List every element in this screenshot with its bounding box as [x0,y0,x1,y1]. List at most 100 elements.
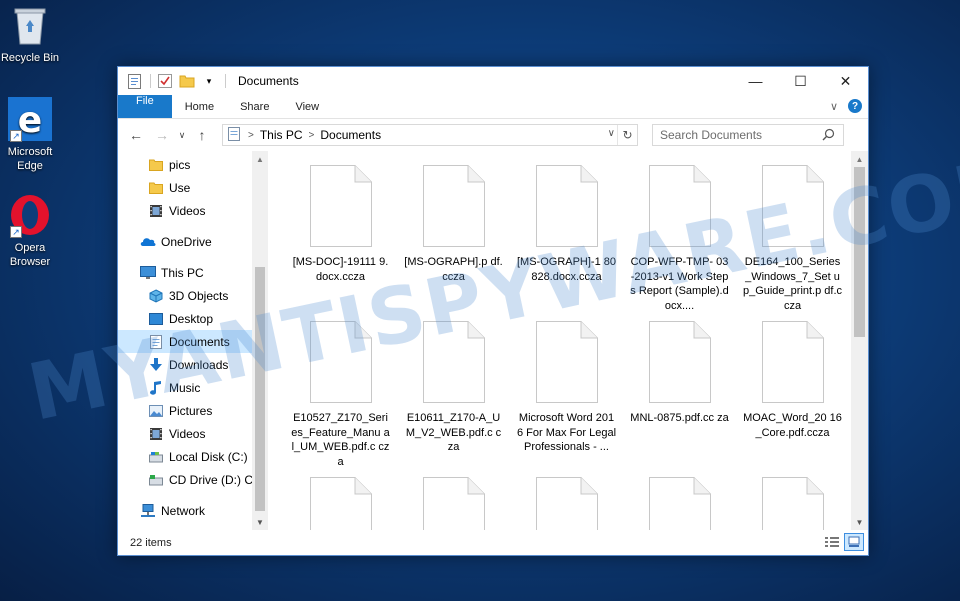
customize-toolbar-icon[interactable]: ▾ [201,73,217,89]
tab-file[interactable]: File [118,95,172,118]
nav-item-network[interactable]: Network [118,499,268,522]
file-item[interactable]: E10527_Z170_Seri es_Feature_Manu al_UM_W… [284,317,397,473]
help-icon[interactable]: ? [848,99,862,113]
desktop-icon-label: Opera Browser [9,242,51,268]
pictures-icon [148,403,164,419]
file-item[interactable]: [MS-OGRAPH]-1 80828.docx.ccza [510,161,623,317]
document-icon [648,165,711,247]
scroll-thumb[interactable] [255,267,265,511]
nav-item-label: 3D Objects [169,288,229,303]
document-icon [648,321,711,403]
expand-ribbon-icon[interactable]: ∨ [830,100,838,113]
nav-item-label: Desktop [169,311,214,326]
file-item[interactable]: [MS-DOC]-19111 9.docx.ccza [284,161,397,317]
nav-item-local-disk-c[interactable]: Local Disk (C:) [118,445,268,468]
nav-item-music[interactable]: Music [118,376,268,399]
file-item[interactable] [510,473,623,530]
disk-icon [148,449,164,465]
file-item[interactable] [736,473,849,530]
properties-icon[interactable] [126,73,142,89]
address-bar[interactable]: > This PC > Documents ∨ ↻ [222,124,638,146]
breadcrumb-this-pc[interactable]: This PC [260,128,303,142]
file-item[interactable]: DE164_100_Series _Windows_7_Set up_Guide… [736,161,849,317]
explorer-body: pics Use Videos OneDrive This PC 3D Objects De… [118,151,868,530]
minimize-button[interactable]: — [733,67,778,95]
large-icons-view-icon[interactable] [844,533,864,551]
new-folder-icon[interactable] [179,73,195,89]
desktop-icon-edge[interactable]: e ↗ Microsoft Edge [0,96,60,173]
folder-icon [148,180,164,196]
recent-locations-button[interactable]: ∨ [176,124,188,146]
scroll-up-icon[interactable]: ▲ [851,151,868,167]
opera-icon: ↗ [8,192,52,238]
title-bar[interactable]: ▾ Documents — ☐ ✕ [118,67,868,95]
nav-item-label: Music [169,380,201,395]
nav-scrollbar[interactable]: ▲ ▼ [252,151,268,530]
nav-item-videos[interactable]: Videos [118,199,268,222]
tab-share[interactable]: Share [227,95,282,118]
edge-icon: e ↗ [8,96,52,142]
checkmark-icon[interactable] [157,73,173,89]
file-item[interactable]: MOAC_Word_20 16_Core.pdf.ccza [736,317,849,473]
nav-item-label: Videos [169,203,206,218]
nav-item-documents[interactable]: Documents [118,330,268,353]
breadcrumb-documents[interactable]: Documents [320,128,381,142]
document-icon [761,477,824,530]
desktop-icon-opera[interactable]: ↗ Opera Browser [0,192,60,269]
scroll-down-icon[interactable]: ▼ [851,514,868,530]
content-scrollbar[interactable]: ▲ ▼ [851,151,868,530]
file-name: E10527_Z170_Seri es_Feature_Manu al_UM_W… [291,412,390,468]
desktop-icon-recycle-bin[interactable]: Recycle Bin [0,2,60,65]
ribbon: File Home Share View ∨ ? [118,95,868,119]
computer-icon [140,265,156,281]
file-item[interactable]: [MS-OGRAPH].p df.ccza [397,161,510,317]
chevron-right-icon[interactable]: > [248,130,254,141]
status-bar: 22 items [118,530,868,555]
documents-icon [228,126,240,144]
file-name: DE164_100_Series _Windows_7_Set up_Guide… [742,256,843,312]
nav-item-cd-drive-d-cc[interactable]: CD Drive (D:) CC [118,468,268,491]
divider [225,74,226,88]
tab-home[interactable]: Home [172,95,227,118]
nav-item-label: Local Disk (C:) [169,449,248,464]
nav-item-label: Network [161,503,206,518]
search-input[interactable]: Search Documents [652,124,844,146]
nav-item-pictures[interactable]: Pictures [118,399,268,422]
chevron-right-icon[interactable]: > [309,130,315,141]
document-icon [535,165,598,247]
file-item[interactable]: Microsoft Word 2016 For Max For Legal Pr… [510,317,623,473]
nav-item-desktop[interactable]: Desktop [118,307,268,330]
forward-button[interactable]: → [150,124,174,146]
window-title: Documents [238,74,299,88]
nav-item-label: Pictures [169,403,213,418]
nav-item-3d-objects[interactable]: 3D Objects [118,284,268,307]
maximize-button[interactable]: ☐ [778,67,823,95]
scroll-up-icon[interactable]: ▲ [252,151,268,167]
file-item[interactable]: MNL-0875.pdf.cc za [623,317,736,473]
details-view-icon[interactable] [822,533,842,551]
tab-view[interactable]: View [282,95,332,118]
nav-item-videos[interactable]: Videos [118,422,268,445]
nav-item-label: CD Drive (D:) CC [169,472,262,487]
up-button[interactable]: ↑ [190,124,214,146]
nav-item-this-pc[interactable]: This PC [118,261,268,284]
nav-item-pics[interactable]: pics [118,153,268,176]
navigation-pane: pics Use Videos OneDrive This PC 3D Objects De… [118,151,268,530]
file-item[interactable] [397,473,510,530]
refresh-icon[interactable]: ↻ [617,125,637,145]
back-button[interactable]: ← [124,124,148,146]
file-item[interactable] [623,473,736,530]
file-item[interactable]: E10611_Z170-A_U M_V2_WEB.pdf.c cza [397,317,510,473]
close-button[interactable]: ✕ [823,67,868,95]
scroll-down-icon[interactable]: ▼ [252,514,268,530]
file-item[interactable]: COP-WFP-TMP- 03-2013-v1 Work Steps Repor… [623,161,736,317]
file-item[interactable] [284,473,397,530]
nav-item-use[interactable]: Use [118,176,268,199]
nav-item-downloads[interactable]: Downloads [118,353,268,376]
scroll-thumb[interactable] [854,167,865,337]
address-dropdown-icon[interactable]: ∨ [608,128,615,139]
nav-item-onedrive[interactable]: OneDrive [118,230,268,253]
explorer-window: ▾ Documents — ☐ ✕ File Home Share View ∨… [117,66,869,556]
